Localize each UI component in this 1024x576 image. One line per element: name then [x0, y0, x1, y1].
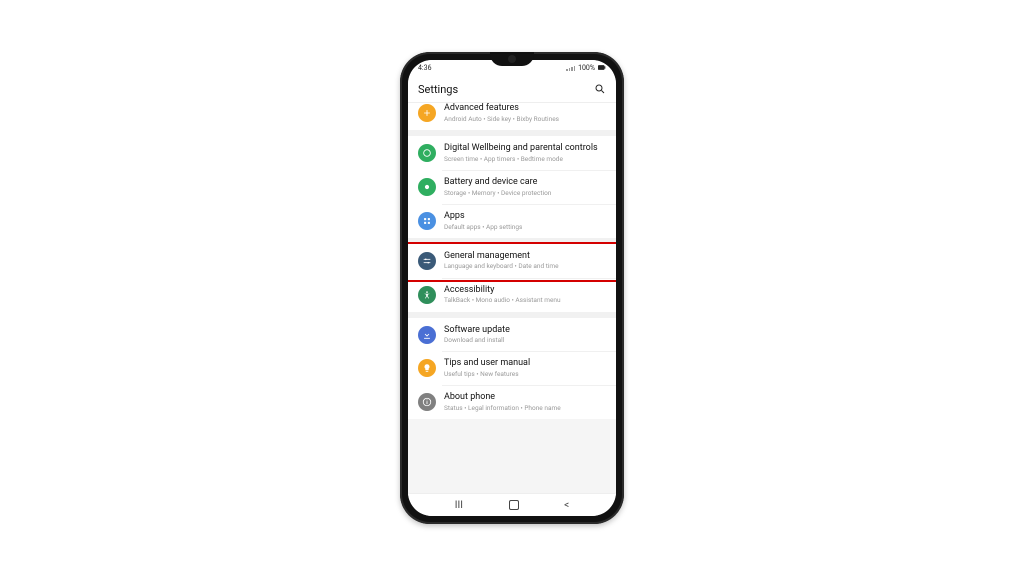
settings-item-advanced-features[interactable]: Advanced features Android Auto • Side ke… [408, 103, 616, 130]
app-header: Settings [408, 76, 616, 103]
wellbeing-icon [418, 144, 436, 162]
settings-item-tips-user-manual[interactable]: Tips and user manual Useful tips • New f… [408, 351, 616, 385]
item-subtitle: Download and install [444, 336, 510, 344]
settings-item-accessibility[interactable]: Accessibility TalkBack • Mono audio • As… [408, 278, 616, 312]
item-title: Accessibility [444, 285, 561, 296]
battery-text: 100% [578, 64, 595, 72]
status-time: 4:36 [418, 64, 432, 72]
settings-list[interactable]: Advanced features Android Auto • Side ke… [408, 103, 616, 419]
item-title: About phone [444, 392, 561, 403]
back-button[interactable]: < [564, 500, 569, 511]
phone-frame: 4:36 100% Settings Advanced features And… [400, 52, 624, 524]
download-icon [418, 326, 436, 344]
page-title: Settings [418, 83, 458, 96]
item-title: General management [444, 251, 559, 262]
lightbulb-icon [418, 359, 436, 377]
settings-item-battery-device-care[interactable]: Battery and device care Storage • Memory… [408, 170, 616, 204]
item-subtitle: TalkBack • Mono audio • Assistant menu [444, 296, 561, 304]
home-button[interactable] [509, 500, 519, 510]
item-subtitle: Status • Legal information • Phone name [444, 404, 561, 412]
item-subtitle: Language and keyboard • Date and time [444, 262, 559, 270]
settings-item-apps[interactable]: Apps Default apps • App settings [408, 204, 616, 238]
settings-item-general-management[interactable]: General management Language and keyboard… [408, 244, 616, 278]
item-title: Apps [444, 211, 522, 222]
device-care-icon [418, 178, 436, 196]
battery-icon [598, 64, 606, 72]
item-subtitle: Android Auto • Side key • Bixby Routines [444, 115, 559, 123]
item-title: Digital Wellbeing and parental controls [444, 143, 598, 154]
apps-icon [418, 212, 436, 230]
item-subtitle: Useful tips • New features [444, 370, 530, 378]
accessibility-icon [418, 286, 436, 304]
settings-item-about-phone[interactable]: About phone Status • Legal information •… [408, 385, 616, 419]
settings-sliders-icon [418, 252, 436, 270]
plus-icon [418, 104, 436, 122]
item-subtitle: Storage • Memory • Device protection [444, 189, 551, 197]
item-title: Advanced features [444, 103, 559, 114]
settings-item-digital-wellbeing[interactable]: Digital Wellbeing and parental controls … [408, 136, 616, 170]
info-icon [418, 393, 436, 411]
recents-button[interactable]: III [455, 500, 463, 511]
signal-icon [566, 66, 575, 71]
screen: 4:36 100% Settings Advanced features And… [408, 60, 616, 516]
item-subtitle: Default apps • App settings [444, 223, 522, 231]
search-icon[interactable] [594, 80, 606, 99]
item-subtitle: Screen time • App timers • Bedtime mode [444, 155, 598, 163]
item-title: Battery and device care [444, 177, 551, 188]
notch [490, 52, 534, 66]
item-title: Software update [444, 325, 510, 336]
item-title: Tips and user manual [444, 358, 530, 369]
android-nav-bar: III < [408, 493, 616, 516]
settings-item-software-update[interactable]: Software update Download and install [408, 318, 616, 352]
